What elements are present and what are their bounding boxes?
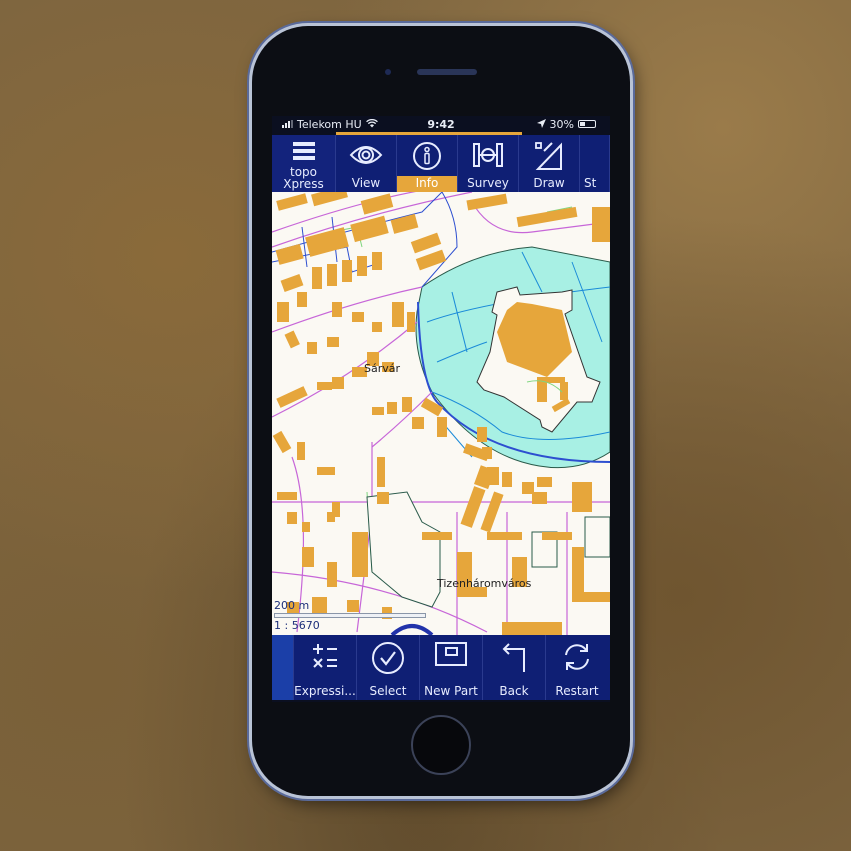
map-view[interactable]: Sárvár Tizenháromváros 200 m 1 : 5670 [272,192,610,635]
eye-icon [349,141,383,172]
main-toolbar: topo Xpress View Info Survey Draw St [272,135,610,192]
battery-icon [578,120,596,128]
select-button[interactable]: Select [356,635,419,700]
place-label-sarvar: Sárvár [364,362,401,375]
map-scale: 200 m 1 : 5670 [274,599,426,632]
status-bar: Telekom HU 9:42 30% [272,116,610,132]
restart-button-label: Restart [555,684,599,698]
new-part-button[interactable]: New Part [419,635,482,700]
phone-device: Telekom HU 9:42 30% topo Xpress View Inf… [252,26,630,796]
map-canvas[interactable] [272,192,610,635]
new-part-icon [434,641,468,670]
place-label-tizenharomvaros: Tizenháromváros [437,577,532,590]
tab-info[interactable]: Info [397,135,458,192]
restart-button[interactable]: Restart [545,635,608,700]
survey-icon [472,141,504,172]
scale-ratio-label: 1 : 5670 [274,619,320,632]
tab-draw[interactable]: Draw [519,135,580,192]
check-circle-icon [371,641,405,678]
restart-icon [561,641,593,676]
expression-button-label: Expressi... [294,684,356,698]
app-logo-text: topo Xpress [283,165,324,191]
topo-xpress-menu-button[interactable]: topo Xpress [272,135,336,192]
back-button[interactable]: Back [482,635,545,700]
phone-screen: Telekom HU 9:42 30% topo Xpress View Inf… [272,116,610,702]
battery-percentage: 30% [549,117,574,131]
tab-survey[interactable]: Survey [458,135,519,192]
tab-view-label: View [351,176,381,190]
tab-draw-label: Draw [533,176,565,190]
draw-icon [534,141,564,174]
front-camera [385,69,391,75]
park-area-3 [584,516,610,558]
home-button[interactable] [411,715,471,775]
expression-icon [310,641,340,674]
tab-partial-st[interactable]: St [580,135,610,192]
back-arrow-icon [499,641,529,676]
back-button-label: Back [499,684,529,698]
bottom-bar-handle[interactable] [272,635,293,700]
location-arrow-icon [536,118,546,131]
tab-info-label: Info [397,176,457,192]
select-button-label: Select [369,684,407,698]
expression-button[interactable]: Expressi... [293,635,356,700]
hamburger-menu-icon [292,141,315,164]
new-part-button-label: New Part [424,684,478,698]
scale-bar [274,613,426,618]
bottom-toolbar: Expressi... Select New Part Back Restart [272,635,610,700]
tab-survey-label: Survey [467,176,509,190]
tab-view[interactable]: View [336,135,397,192]
scale-distance-label: 200 m [274,599,310,612]
earpiece-speaker [417,69,477,75]
info-icon [412,141,442,174]
tab-st-label: St [584,176,597,190]
